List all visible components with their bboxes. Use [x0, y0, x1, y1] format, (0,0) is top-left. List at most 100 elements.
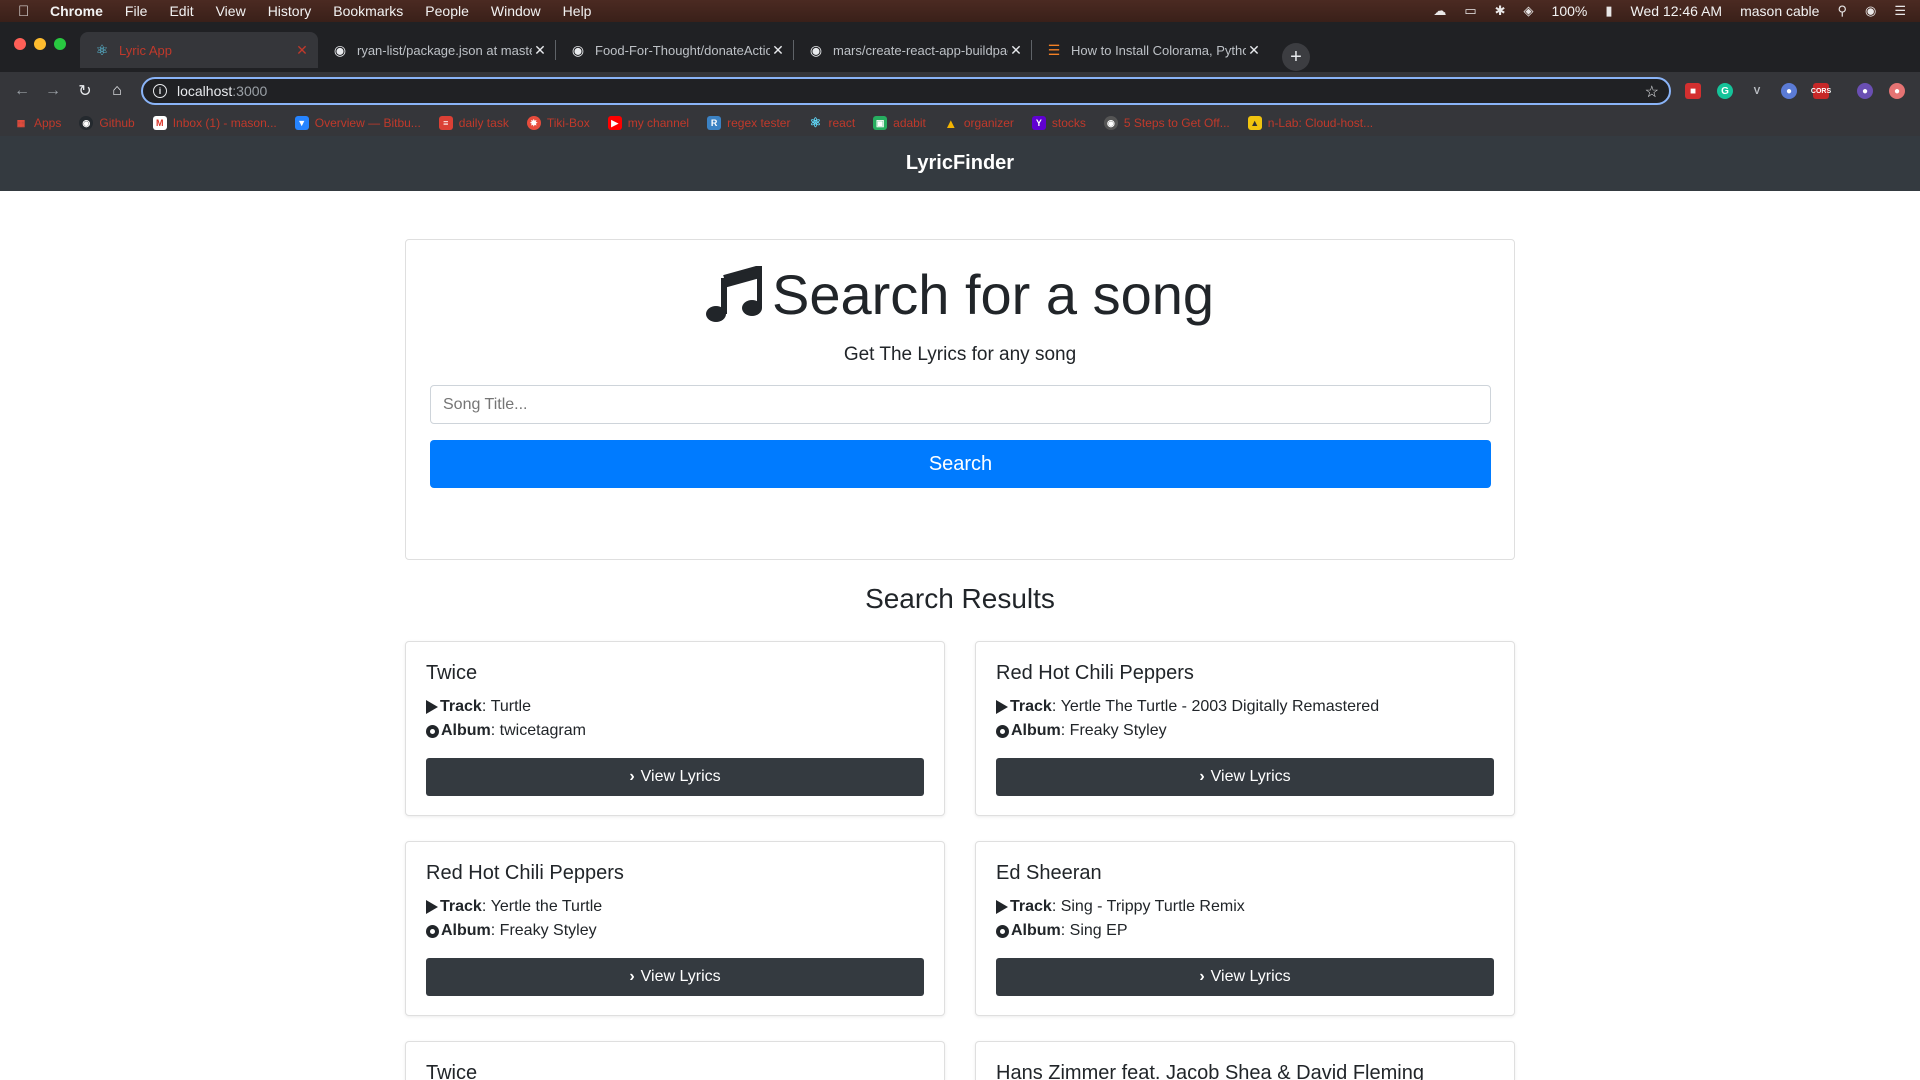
- result-track: Yertle The Turtle - 2003 Digitally Remas…: [1060, 698, 1380, 715]
- home-icon[interactable]: ⌂: [107, 81, 127, 101]
- play-icon: [426, 700, 438, 714]
- menu-app-name[interactable]: Chrome: [50, 3, 103, 19]
- track-label: Track: [440, 698, 482, 715]
- chevron-right-icon: ›: [1199, 968, 1205, 985]
- battery-icon[interactable]: ▮: [1605, 3, 1612, 19]
- bookmark-my-channel[interactable]: ▶ my channel: [607, 116, 689, 130]
- extension-red-circle-icon[interactable]: ●: [1889, 83, 1905, 99]
- tab-colorama[interactable]: ☰ How to Install Colorama, Python ✕: [1032, 32, 1270, 68]
- github-icon: ◉: [571, 41, 585, 58]
- extension-todoist-icon[interactable]: ■: [1685, 83, 1701, 99]
- search-heading: Search for a song: [406, 262, 1514, 327]
- menu-edit[interactable]: Edit: [169, 3, 193, 19]
- bookmark-inbox[interactable]: M Inbox (1) - mason...: [152, 116, 277, 130]
- close-tab-icon[interactable]: ✕: [1008, 42, 1024, 59]
- menu-bookmarks[interactable]: Bookmarks: [333, 3, 403, 19]
- track-label: Track: [1010, 898, 1052, 915]
- bookmark-n-lab[interactable]: ▲ n-Lab: Cloud-host...: [1247, 116, 1373, 130]
- spotlight-search-icon[interactable]: ⚲: [1837, 3, 1847, 19]
- bookmarks-bar: ▦ Apps ◉ Github M Inbox (1) - mason... ▼ Ove…: [0, 110, 1920, 136]
- menu-window[interactable]: Window: [491, 3, 541, 19]
- profile-avatar-icon[interactable]: ●: [1857, 83, 1873, 99]
- address-bar[interactable]: i localhost:3000 ☆: [141, 77, 1671, 105]
- chevron-right-icon: ›: [629, 768, 635, 785]
- chevron-right-icon: ›: [629, 968, 635, 985]
- notification-center-icon[interactable]: ☰: [1894, 3, 1906, 19]
- bookmark-tiki-box[interactable]: ✸ Tiki-Box: [526, 116, 590, 130]
- tab-title: mars/create-react-app-buildpack: [833, 42, 1008, 58]
- wifi-icon[interactable]: ◈: [1524, 3, 1534, 19]
- navbar-brand[interactable]: LyricFinder: [906, 152, 1014, 175]
- new-tab-button[interactable]: +: [1282, 43, 1310, 71]
- menu-people[interactable]: People: [425, 3, 469, 19]
- menubar-user[interactable]: mason cable: [1740, 3, 1819, 19]
- bookmark-bitbucket[interactable]: ▼ Overview — Bitbu...: [294, 116, 421, 130]
- menu-help[interactable]: Help: [563, 3, 592, 19]
- react-icon: ⚛: [809, 115, 822, 130]
- creative-cloud-icon[interactable]: ☁: [1433, 3, 1446, 19]
- airplay-icon[interactable]: ▭: [1464, 3, 1476, 19]
- battery-percent[interactable]: 100%: [1552, 3, 1588, 19]
- song-title-input[interactable]: [430, 385, 1491, 424]
- bookmark-label: Overview — Bitbu...: [314, 116, 421, 130]
- bookmark-star-icon[interactable]: ☆: [1645, 82, 1659, 102]
- bookmark-github[interactable]: ◉ Github: [79, 116, 135, 130]
- result-album: Sing EP: [1069, 922, 1128, 939]
- menu-view[interactable]: View: [216, 3, 246, 19]
- bookmark-label: organizer: [963, 116, 1014, 130]
- bookmark-adabit[interactable]: ▣ adabit: [873, 116, 926, 130]
- album-disc-icon: [426, 724, 439, 738]
- zoom-window-button[interactable]: [54, 38, 66, 50]
- close-window-button[interactable]: [14, 38, 26, 50]
- close-tab-icon[interactable]: ✕: [294, 42, 310, 59]
- album-label: Album: [441, 722, 491, 739]
- adabit-icon: ▣: [873, 116, 888, 130]
- menubar-clock[interactable]: Wed 12:46 AM: [1631, 3, 1723, 19]
- bookmark-regex-tester[interactable]: Rregex tester: [707, 116, 790, 130]
- chevron-right-icon: ›: [1199, 768, 1205, 785]
- menu-file[interactable]: File: [125, 3, 148, 19]
- track-label: Track: [1010, 698, 1052, 715]
- view-lyrics-label: View Lyrics: [640, 768, 721, 785]
- result-card: Hans Zimmer feat. Jacob Shea & David Fle…: [975, 1041, 1515, 1080]
- result-card: Twice Track: Turtle Album: twicetagram ›…: [405, 641, 945, 816]
- bookmark-stocks[interactable]: Ystocks: [1031, 116, 1086, 130]
- close-tab-icon[interactable]: ✕: [532, 42, 548, 59]
- macos-menubar:  Chrome File Edit View History Bookmark…: [0, 0, 1920, 22]
- stackoverflow-icon: ☰: [1047, 41, 1061, 58]
- search-button[interactable]: Search: [430, 440, 1491, 488]
- extension-cors-icon[interactable]: CORS: [1811, 83, 1831, 99]
- view-lyrics-button[interactable]: › View Lyrics: [996, 758, 1494, 796]
- extension-grammarly-icon[interactable]: G: [1717, 83, 1733, 99]
- view-lyrics-button[interactable]: › View Lyrics: [426, 758, 924, 796]
- tab-food-for-thought[interactable]: ◉ Food-For-Thought/donateAction ✕: [556, 32, 794, 68]
- apple-menu-icon[interactable]: : [18, 3, 40, 20]
- tab-lyric-app[interactable]: ⚛ Lyric App ✕: [80, 32, 318, 68]
- view-lyrics-button[interactable]: › View Lyrics: [996, 958, 1494, 996]
- close-tab-icon[interactable]: ✕: [770, 42, 786, 59]
- menu-history[interactable]: History: [268, 3, 312, 19]
- tab-create-react-app-buildpack[interactable]: ◉ mars/create-react-app-buildpack ✕: [794, 32, 1032, 68]
- site-info-icon[interactable]: i: [153, 84, 167, 98]
- forward-arrow-icon[interactable]: →: [43, 81, 63, 101]
- tab-ryan-list[interactable]: ◉ ryan-list/package.json at master ✕: [318, 32, 556, 68]
- siri-icon[interactable]: ◉: [1865, 3, 1876, 19]
- yahoo-icon: Y: [1031, 116, 1046, 130]
- result-track-line: Track: Turtle: [426, 698, 531, 716]
- bookmark-apps[interactable]: ▦ Apps: [14, 116, 62, 130]
- back-arrow-icon[interactable]: ←: [12, 81, 32, 101]
- extension-vue-devtools-icon[interactable]: V: [1749, 83, 1765, 99]
- bookmark-react[interactable]: ⚛ react: [808, 115, 856, 130]
- view-lyrics-button[interactable]: › View Lyrics: [426, 958, 924, 996]
- result-album-line: Album: twicetagram: [426, 722, 586, 740]
- globe-icon: ◉: [1103, 116, 1118, 130]
- reload-icon[interactable]: ↻: [75, 81, 95, 101]
- extension-circle-icon[interactable]: ●: [1781, 83, 1797, 99]
- bookmark-5-steps[interactable]: ◉ 5 Steps to Get Off...: [1103, 116, 1230, 130]
- close-tab-icon[interactable]: ✕: [1246, 42, 1262, 59]
- minimize-window-button[interactable]: [34, 38, 46, 50]
- bookmark-daily-task[interactable]: ≡ daily task: [438, 116, 509, 130]
- bookmark-organizer[interactable]: ▲ organizer: [944, 116, 1014, 131]
- result-artist: Twice: [426, 662, 478, 684]
- bluetooth-icon[interactable]: ✱: [1495, 3, 1506, 19]
